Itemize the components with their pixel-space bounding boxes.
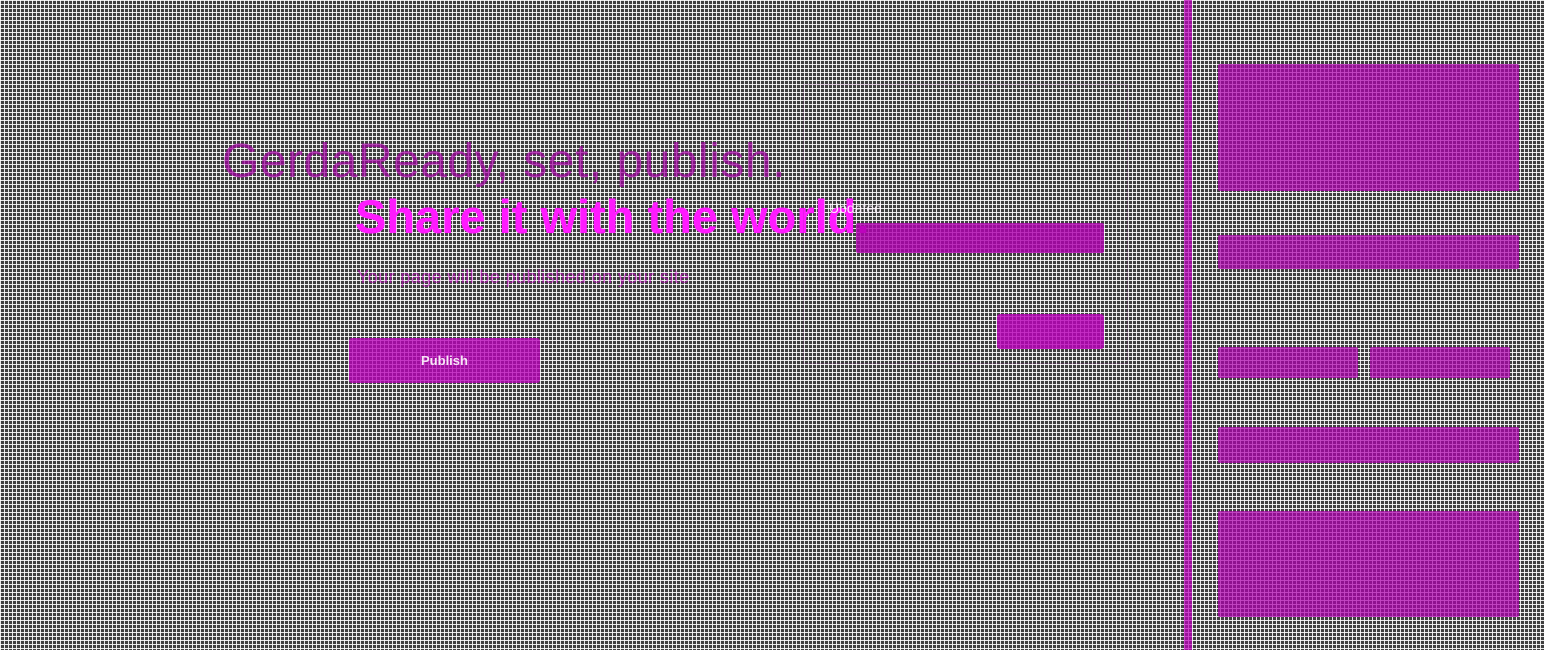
background-panel-button [997,314,1104,349]
editor-background-title: GerdaReady, set, publish. [222,135,786,188]
background-panel-field [856,223,1104,253]
sidebar-option-right [1370,347,1510,378]
sidebar-field-2 [1218,427,1519,463]
sidebar-field-1 [1218,235,1519,269]
right-sidebar [1192,0,1544,650]
sidebar-divider [1184,0,1192,650]
sidebar-preview-card [1218,64,1519,191]
background-panel-label: Updated [829,200,882,216]
sidebar-field-3 [1218,511,1519,617]
publish-dialog-headline: Share it with the world. [355,190,870,243]
publish-button[interactable]: Publish [349,338,540,383]
publish-dialog-subheadline: Your page will be published on your site [357,267,690,287]
sidebar-option-left [1218,347,1358,378]
